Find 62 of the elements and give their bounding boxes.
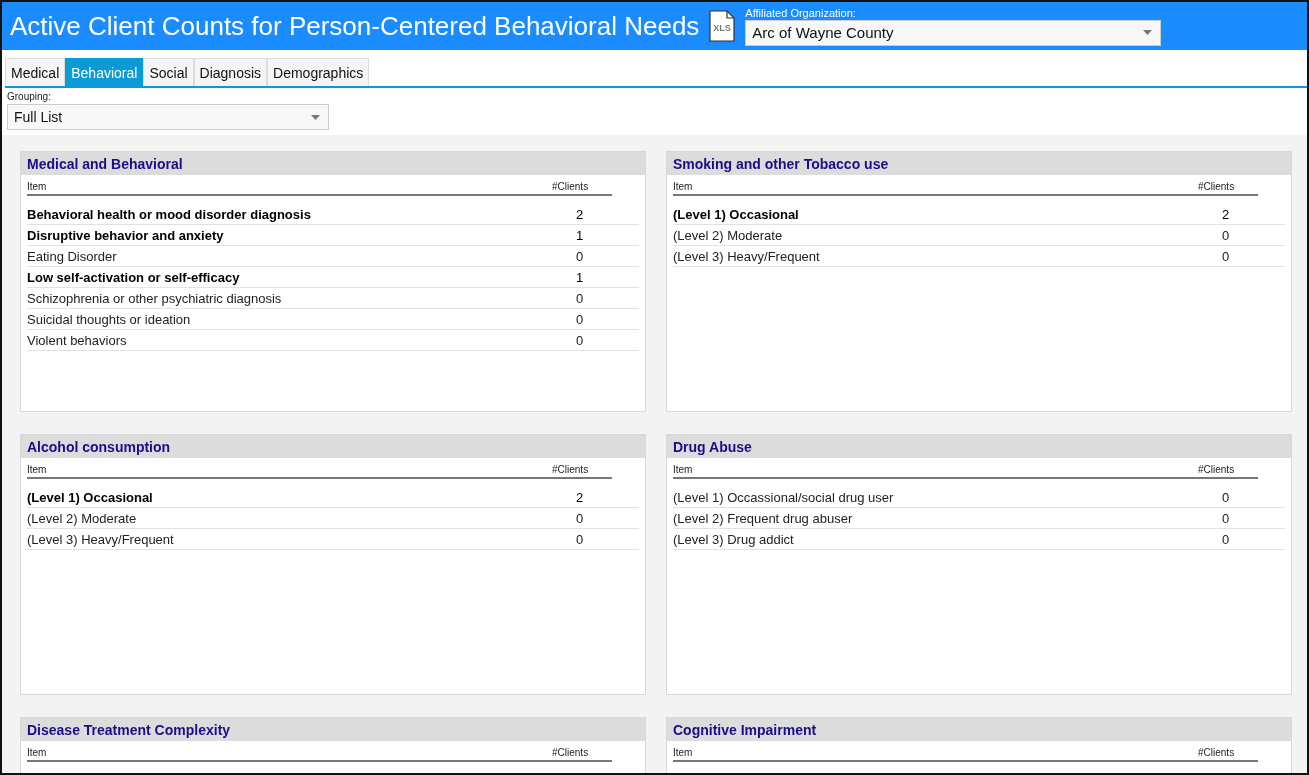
tab[interactable]: Social bbox=[143, 58, 194, 86]
table-cell-text: 0 bbox=[1222, 510, 1231, 526]
table-cell-text: 0 bbox=[576, 311, 585, 327]
table-cell-text: 0 bbox=[576, 332, 585, 348]
table-cell-text: Schizophrenia or other psychiatric diagnosis bbox=[27, 290, 283, 306]
table-cell-text: 0 bbox=[576, 531, 585, 547]
table-cell-text: (Level 3) Heavy/Frequent bbox=[673, 248, 821, 264]
table-cell-text: (Level 2) Moderate bbox=[673, 227, 784, 243]
table-cell-text: (Level 1) Occasional bbox=[673, 206, 800, 222]
organization-dropdown[interactable]: Arc of Wayne County bbox=[745, 19, 1162, 46]
table-cell-text: Low self-activation or self-efficacy bbox=[27, 269, 241, 285]
table-cell-text: Violent behaviors bbox=[27, 332, 128, 348]
column-header: #Clients bbox=[552, 464, 590, 475]
grouping-dropdown[interactable]: Full List bbox=[7, 104, 329, 130]
table-cell-text: 0 bbox=[1222, 227, 1231, 243]
column-header: Item bbox=[27, 464, 48, 475]
table-cell-text: 0 bbox=[1222, 531, 1231, 547]
panel-title: Drug Abuse bbox=[667, 435, 1291, 458]
field-label: Affiliated Organization: bbox=[745, 6, 857, 19]
panel-title: Cognitive Impairment bbox=[667, 718, 1291, 741]
column-header: Item bbox=[27, 181, 48, 192]
table-cell-text: 2 bbox=[1222, 206, 1231, 222]
table-cell-text: 0 bbox=[1222, 489, 1231, 505]
table-cell-text: 0 bbox=[1222, 248, 1231, 264]
caret-icon bbox=[1143, 30, 1153, 35]
tab[interactable]: Demographics bbox=[267, 58, 370, 86]
column-header: #Clients bbox=[552, 181, 590, 192]
page-title: Active Client Counts for Person-Centered Behavioral Needs bbox=[10, 10, 700, 42]
column-header: Item bbox=[27, 747, 48, 758]
table-cell-text: 1 bbox=[576, 227, 585, 243]
table-cell-text: Behavioral health or mood disorder diagnosis bbox=[27, 206, 312, 222]
field-label: Grouping: bbox=[7, 91, 52, 102]
table-cell-text: 0 bbox=[576, 510, 585, 526]
panel-title: Smoking and other Tobacco use bbox=[667, 152, 1291, 175]
table-cell-text: 0 bbox=[576, 290, 585, 306]
table-cell-text: 2 bbox=[576, 489, 585, 505]
table-cell-text: Disruptive behavior and anxiety bbox=[27, 227, 225, 243]
panel-title: Disease Treatment Complexity bbox=[21, 718, 645, 741]
column-header: #Clients bbox=[1198, 464, 1236, 475]
caret-icon bbox=[311, 114, 320, 120]
table-cell-text: Eating Disorder bbox=[27, 248, 118, 264]
column-header: #Clients bbox=[1198, 747, 1236, 758]
table-cell-text: 0 bbox=[576, 248, 585, 264]
tab[interactable]: Diagnosis bbox=[193, 58, 268, 86]
table-cell-text: 1 bbox=[576, 269, 585, 285]
table-cell-text: (Level 3) Heavy/Frequent bbox=[27, 531, 175, 547]
spreadsheet-file-icon[interactable]: XLS bbox=[709, 10, 736, 42]
table-cell-text: Suicidal thoughts or ideation bbox=[27, 311, 192, 327]
panel-title: Medical and Behavioral bbox=[21, 152, 645, 175]
panel-title: Alcohol consumption bbox=[21, 435, 645, 458]
table-cell-text: (Level 1) Occassional/social drug user bbox=[673, 489, 895, 505]
column-header: Item bbox=[673, 747, 694, 758]
column-header: #Clients bbox=[552, 747, 590, 758]
table-cell-text: (Level 1) Occasional bbox=[27, 489, 154, 505]
column-header: Item bbox=[673, 464, 694, 475]
column-header: Item bbox=[673, 181, 694, 192]
tab[interactable]: Medical bbox=[5, 58, 66, 86]
table-cell-text: 2 bbox=[576, 206, 585, 222]
table-cell-text: (Level 2) Frequent drug abuser bbox=[673, 510, 854, 526]
column-header: #Clients bbox=[1198, 181, 1236, 192]
table-cell-text: (Level 3) Drug addict bbox=[673, 531, 795, 547]
table-cell-text: (Level 2) Moderate bbox=[27, 510, 138, 526]
